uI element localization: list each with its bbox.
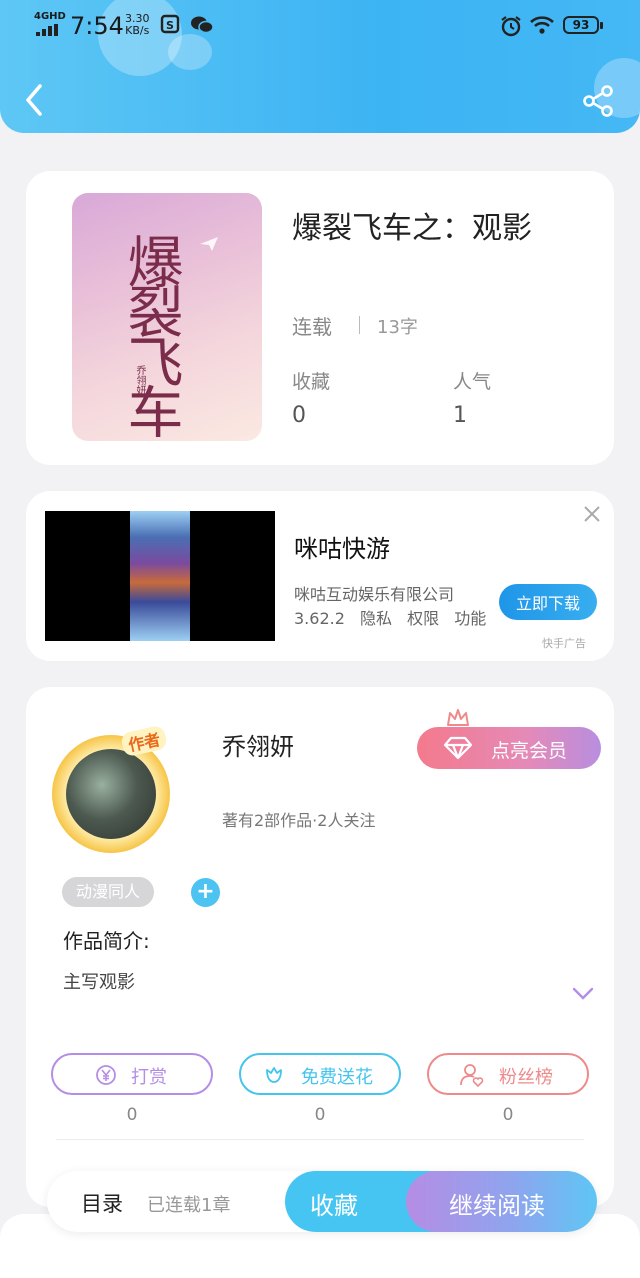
yen-icon [96, 1065, 116, 1085]
ad-card[interactable]: 咪咕快游 咪咕互动娱乐有限公司 3.62.2 隐私 权限 功能 立即下载 快手广… [26, 491, 614, 661]
crown-icon [447, 709, 469, 726]
word-count: 13字 [377, 317, 418, 338]
book-status: 连载 [292, 315, 332, 339]
favorite-label: 收藏 [310, 1192, 358, 1220]
chapter-count: 已连载1章 [147, 1195, 231, 1216]
app-notification-icon: S [160, 14, 180, 34]
ad-source-label: 快手广告 [542, 637, 586, 650]
avatar-photo [66, 749, 156, 839]
continue-reading-button[interactable]: 继续阅读 [406, 1171, 597, 1232]
flower-icon [266, 1067, 282, 1083]
diamond-icon [443, 736, 473, 760]
download-button[interactable]: 立即下载 [499, 584, 597, 620]
ad-version: 3.62.2 [294, 609, 345, 628]
fan-count: 0 [502, 1105, 514, 1125]
ad-features-link[interactable]: 功能 [454, 609, 486, 628]
back-button[interactable] [20, 80, 50, 120]
fan-user-icon [460, 1064, 484, 1088]
divider [56, 1139, 584, 1140]
ad-permissions-link[interactable]: 权限 [407, 609, 439, 628]
ad-title: 咪咕快游 [294, 535, 390, 563]
wechat-icon [191, 16, 214, 34]
favorites-label: 收藏 [292, 371, 331, 393]
send-flower-button[interactable]: 免费送花 [239, 1053, 401, 1095]
ad-screenshot [130, 511, 190, 641]
popularity-label: 人气 [453, 371, 492, 393]
chevron-down-icon[interactable] [571, 985, 595, 1003]
tip-label: 打赏 [131, 1067, 167, 1088]
add-tag-button[interactable]: + [191, 878, 220, 907]
continue-reading-label: 继续阅读 [449, 1192, 545, 1220]
intro-label: 作品简介: [63, 929, 150, 953]
paper-plane-icon [200, 237, 218, 251]
avatar[interactable]: 作者 [46, 724, 176, 855]
svg-text:S: S [166, 19, 174, 32]
ad-meta: 3.62.2 隐私 权限 功能 [294, 605, 496, 629]
ad-company: 咪咕互动娱乐有限公司 [294, 585, 455, 604]
close-icon[interactable] [581, 503, 603, 525]
ad-privacy-link[interactable]: 隐私 [360, 609, 392, 628]
tag-chip[interactable]: 动漫同人 [62, 877, 155, 907]
battery-indicator: 93 [563, 16, 603, 34]
ad-video[interactable] [45, 511, 275, 641]
fan-ranking-button[interactable]: 粉丝榜 [427, 1053, 589, 1095]
author-stats: 著有2部作品·2人关注 [222, 811, 376, 830]
book-cover[interactable]: 爆裂飞车 乔翎妍 [72, 193, 262, 441]
tip-count: 0 [126, 1105, 138, 1125]
share-button[interactable] [582, 84, 616, 118]
cover-title: 爆裂飞车 [118, 233, 183, 433]
fan-ranking-label: 粉丝榜 [499, 1067, 553, 1088]
top-header: 4GHD 7:54 3.30 KB/s S 93 [0, 0, 640, 133]
clock: 7:54 [70, 12, 124, 40]
status-bar: 4GHD 7:54 3.30 KB/s S 93 [0, 10, 640, 42]
author-name: 乔翎妍 [222, 733, 294, 761]
wifi-icon [530, 16, 554, 34]
tip-button[interactable]: 打赏 [51, 1053, 213, 1095]
alarm-icon [501, 16, 521, 37]
share-icon [583, 85, 613, 117]
author-card: 作者 乔翎妍 点亮会员 著有2部作品·2人关注 动漫同人 + 作品简介: 主写观… [26, 687, 614, 1207]
toc-button[interactable]: 目录 [81, 1188, 123, 1218]
chevron-left-icon [26, 84, 42, 116]
cover-author: 乔翎妍 [134, 365, 145, 395]
popularity-value: 1 [453, 403, 467, 428]
activate-vip-button[interactable]: 点亮会员 [417, 727, 601, 769]
vip-label: 点亮会员 [491, 740, 568, 762]
intro-text: 主写观影 [63, 972, 135, 993]
network-speed: 3.30 KB/s [125, 12, 150, 37]
signal-icon [36, 24, 58, 36]
bottom-action-bar: 目录 已连载1章 收藏 继续阅读 [47, 1171, 597, 1232]
send-flower-label: 免费送花 [301, 1067, 373, 1088]
network-type: 4GHD [34, 11, 66, 22]
divider [359, 316, 360, 334]
flower-count: 0 [314, 1105, 326, 1125]
author-badge: 作者 [119, 724, 169, 758]
favorites-value: 0 [292, 403, 306, 428]
book-title: 爆裂飞车之：观影 [292, 211, 532, 246]
book-info-card: 爆裂飞车 乔翎妍 爆裂飞车之：观影 连载 13字 收藏 0 人气 1 [26, 171, 614, 465]
